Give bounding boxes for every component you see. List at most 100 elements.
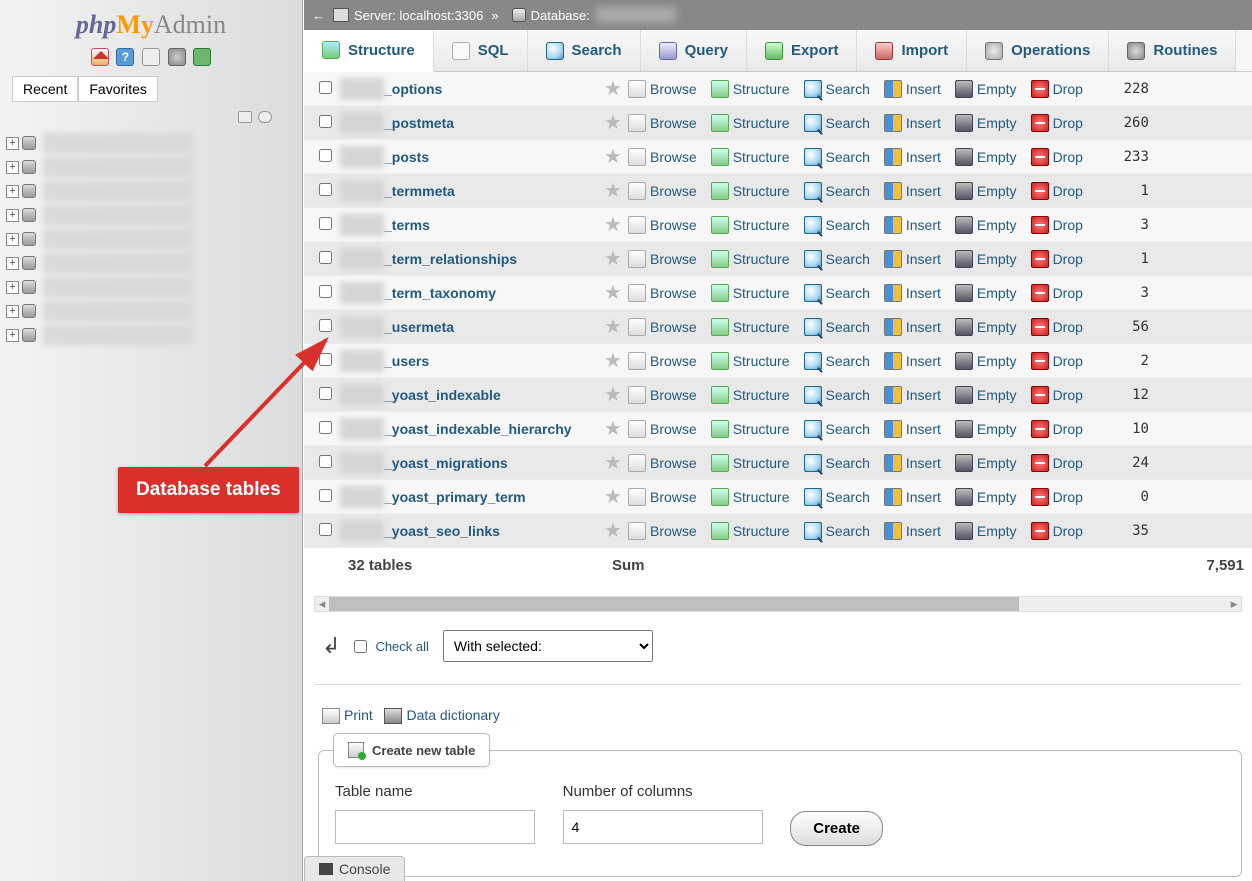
reload-icon[interactable]: [193, 48, 211, 66]
expand-icon[interactable]: +: [6, 137, 19, 150]
browse-link[interactable]: Browse: [628, 284, 697, 302]
empty-link[interactable]: Empty: [955, 284, 1017, 302]
drop-link[interactable]: Drop: [1031, 284, 1083, 302]
table-name-link[interactable]: _postmeta: [384, 115, 604, 131]
recent-button[interactable]: Recent: [12, 76, 78, 102]
table-name-link[interactable]: _termmeta: [384, 183, 604, 199]
table-name-link[interactable]: _options: [384, 81, 604, 97]
row-checkbox[interactable]: [319, 489, 332, 502]
table-name-link[interactable]: _term_relationships: [384, 251, 604, 267]
favorite-star-icon[interactable]: ★: [604, 280, 628, 305]
tree-database-item[interactable]: +: [6, 323, 296, 347]
link-icon[interactable]: [258, 111, 272, 123]
insert-link[interactable]: Insert: [884, 80, 941, 98]
tree-database-item[interactable]: +: [6, 131, 296, 155]
settings-icon[interactable]: [168, 48, 186, 66]
search-link[interactable]: Search: [804, 80, 870, 98]
favorite-star-icon[interactable]: ★: [604, 416, 628, 441]
tab-search[interactable]: Search: [528, 30, 641, 71]
empty-link[interactable]: Empty: [955, 420, 1017, 438]
favorite-star-icon[interactable]: ★: [604, 110, 628, 135]
table-name-input[interactable]: [335, 810, 535, 844]
structure-link[interactable]: Structure: [711, 318, 790, 336]
phpmyadmin-logo[interactable]: phpMyAdmin: [0, 0, 302, 44]
favorite-star-icon[interactable]: ★: [604, 518, 628, 543]
expand-icon[interactable]: +: [6, 161, 19, 174]
search-link[interactable]: Search: [804, 284, 870, 302]
drop-link[interactable]: Drop: [1031, 420, 1083, 438]
drop-link[interactable]: Drop: [1031, 80, 1083, 98]
favorite-star-icon[interactable]: ★: [604, 450, 628, 475]
row-checkbox[interactable]: [319, 285, 332, 298]
empty-link[interactable]: Empty: [955, 250, 1017, 268]
horizontal-scrollbar[interactable]: ◂ ▸: [314, 596, 1242, 612]
favorite-star-icon[interactable]: ★: [604, 178, 628, 203]
drop-link[interactable]: Drop: [1031, 454, 1083, 472]
insert-link[interactable]: Insert: [884, 522, 941, 540]
database-name[interactable]: [43, 253, 193, 273]
browse-link[interactable]: Browse: [628, 488, 697, 506]
browse-link[interactable]: Browse: [628, 420, 697, 438]
browse-link[interactable]: Browse: [628, 182, 697, 200]
favorite-star-icon[interactable]: ★: [604, 314, 628, 339]
tree-database-item[interactable]: +: [6, 275, 296, 299]
browse-link[interactable]: Browse: [628, 114, 697, 132]
drop-link[interactable]: Drop: [1031, 250, 1083, 268]
row-checkbox[interactable]: [319, 319, 332, 332]
table-name-link[interactable]: _posts: [384, 149, 604, 165]
structure-link[interactable]: Structure: [711, 114, 790, 132]
structure-link[interactable]: Structure: [711, 80, 790, 98]
tree-database-item[interactable]: +: [6, 179, 296, 203]
collapse-all-icon[interactable]: [238, 111, 252, 123]
search-link[interactable]: Search: [804, 420, 870, 438]
check-all-checkbox[interactable]: [354, 640, 367, 653]
tab-sql[interactable]: SQL: [434, 30, 528, 71]
search-link[interactable]: Search: [804, 250, 870, 268]
structure-link[interactable]: Structure: [711, 386, 790, 404]
search-link[interactable]: Search: [804, 216, 870, 234]
table-name-link[interactable]: _usermeta: [384, 319, 604, 335]
empty-link[interactable]: Empty: [955, 352, 1017, 370]
insert-link[interactable]: Insert: [884, 114, 941, 132]
expand-icon[interactable]: +: [6, 329, 19, 342]
empty-link[interactable]: Empty: [955, 114, 1017, 132]
check-all-label[interactable]: Check all: [354, 639, 428, 654]
row-checkbox[interactable]: [319, 149, 332, 162]
expand-icon[interactable]: +: [6, 281, 19, 294]
scroll-left-icon[interactable]: ◂: [315, 597, 329, 611]
table-name-link[interactable]: _terms: [384, 217, 604, 233]
drop-link[interactable]: Drop: [1031, 216, 1083, 234]
insert-link[interactable]: Insert: [884, 386, 941, 404]
browse-link[interactable]: Browse: [628, 148, 697, 166]
scroll-thumb[interactable]: [329, 597, 1019, 611]
favorite-star-icon[interactable]: ★: [604, 348, 628, 373]
home-icon[interactable]: [91, 48, 109, 66]
database-name[interactable]: [43, 301, 193, 321]
empty-link[interactable]: Empty: [955, 454, 1017, 472]
database-name[interactable]: [43, 277, 193, 297]
tab-export[interactable]: Export: [747, 30, 858, 71]
browse-link[interactable]: Browse: [628, 318, 697, 336]
favorite-star-icon[interactable]: ★: [604, 76, 628, 101]
tree-database-item[interactable]: +: [6, 203, 296, 227]
database-name[interactable]: [43, 181, 193, 201]
search-link[interactable]: Search: [804, 148, 870, 166]
favorites-button[interactable]: Favorites: [78, 76, 158, 102]
row-checkbox[interactable]: [319, 183, 332, 196]
database-name[interactable]: [43, 133, 193, 153]
search-link[interactable]: Search: [804, 386, 870, 404]
insert-link[interactable]: Insert: [884, 284, 941, 302]
browse-link[interactable]: Browse: [628, 352, 697, 370]
database-name[interactable]: [43, 229, 193, 249]
favorite-star-icon[interactable]: ★: [604, 382, 628, 407]
search-link[interactable]: Search: [804, 454, 870, 472]
table-name-link[interactable]: _yoast_seo_links: [384, 523, 604, 539]
row-checkbox[interactable]: [319, 217, 332, 230]
expand-icon[interactable]: +: [6, 209, 19, 222]
empty-link[interactable]: Empty: [955, 182, 1017, 200]
check-all-link[interactable]: Check all: [375, 639, 428, 654]
browse-link[interactable]: Browse: [628, 250, 697, 268]
insert-link[interactable]: Insert: [884, 352, 941, 370]
table-name-link[interactable]: _term_taxonomy: [384, 285, 604, 301]
search-link[interactable]: Search: [804, 488, 870, 506]
